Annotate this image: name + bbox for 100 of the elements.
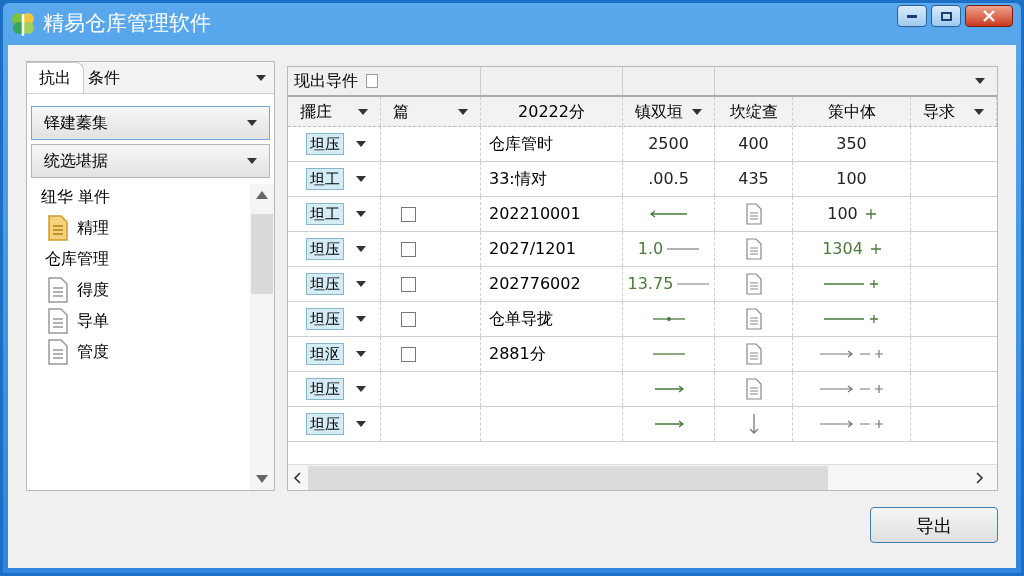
document-icon xyxy=(744,343,763,365)
dropdown-arrow-icon[interactable] xyxy=(256,73,266,82)
table-cell-text: 33:情对 xyxy=(489,168,547,190)
table-cell-text: 2881分 xyxy=(489,343,546,365)
panel-tab[interactable]: 抗出 xyxy=(27,62,84,93)
cell-value: 400 xyxy=(738,133,769,155)
export-button[interactable]: 导出 xyxy=(870,507,998,543)
close-button[interactable] xyxy=(965,5,1013,27)
document-icon xyxy=(744,203,763,225)
dropdown-arrow-icon[interactable] xyxy=(974,107,984,116)
document-icon xyxy=(744,308,763,330)
status-tag[interactable]: 坦工 xyxy=(306,168,344,190)
tree-item[interactable]: 得度 xyxy=(41,276,250,303)
combo-box[interactable]: 统选堪据 xyxy=(31,144,270,178)
folder-document-icon xyxy=(47,214,69,241)
dropdown-arrow-icon[interactable] xyxy=(356,175,366,183)
tree-item[interactable]: 仓库管理 xyxy=(41,245,250,272)
dropdown-arrow-icon[interactable] xyxy=(356,385,366,393)
column-header[interactable]: 策中体 xyxy=(793,97,911,126)
table-cell-text: 202776002 xyxy=(489,273,581,295)
status-tag[interactable]: 坦压 xyxy=(306,413,344,435)
cell-value: 13.75 xyxy=(627,273,674,295)
table-cell-text: 仓单导拢 xyxy=(489,308,553,330)
document-icon xyxy=(744,378,763,400)
cell-value: 2500 xyxy=(648,133,689,155)
dropdown-arrow-icon[interactable] xyxy=(975,77,985,85)
status-tag[interactable]: 坦压 xyxy=(306,133,344,155)
dropdown-arrow-icon[interactable] xyxy=(356,420,366,428)
row-checkbox[interactable] xyxy=(401,276,416,292)
dropdown-arrow-icon[interactable] xyxy=(356,140,366,148)
dropdown-arrow-icon[interactable] xyxy=(358,107,368,116)
dropdown-arrow-icon[interactable] xyxy=(247,119,257,127)
status-tag[interactable]: 坦沤 xyxy=(306,343,344,365)
cell-value: 100 xyxy=(836,168,867,190)
line-icon xyxy=(652,316,685,322)
status-tag[interactable]: 坦压 xyxy=(306,378,344,400)
status-tag[interactable]: 坦压 xyxy=(306,273,344,295)
status-tag[interactable]: 坦工 xyxy=(306,203,344,225)
horizontal-scrollbar[interactable] xyxy=(288,464,997,490)
document-icon xyxy=(47,276,69,303)
minimize-button[interactable] xyxy=(897,5,927,27)
document-icon xyxy=(47,307,69,334)
table-cell-text: 仓库管时 xyxy=(489,133,553,155)
table-cell-text: 2027/1201 xyxy=(489,238,576,260)
combo-box[interactable]: 铎建蓁集 xyxy=(31,106,270,140)
row-checkbox[interactable] xyxy=(401,346,416,362)
row-checkbox[interactable] xyxy=(401,241,416,257)
tree-header: 纽华 単件 xyxy=(41,186,112,208)
status-tag[interactable]: 坦压 xyxy=(306,308,344,330)
scrollbar-thumb[interactable] xyxy=(308,465,828,490)
scroll-up-icon[interactable] xyxy=(256,190,268,200)
vertical-scrollbar[interactable] xyxy=(250,184,274,490)
arrow-left-icon xyxy=(648,210,689,218)
cell-value: 350 xyxy=(836,133,867,155)
panel-label: 条件 xyxy=(88,66,120,89)
column-header[interactable]: 篇 xyxy=(381,97,481,126)
tree-item[interactable]: 导单 xyxy=(41,307,250,334)
dropdown-arrow-icon[interactable] xyxy=(356,280,366,288)
document-icon xyxy=(744,238,763,260)
tree-item[interactable]: 精理 xyxy=(41,214,250,241)
plus-icon xyxy=(870,244,881,254)
close-icon xyxy=(983,10,995,22)
column-header[interactable]: 镇双垣 xyxy=(623,97,715,126)
cell-value: 100 xyxy=(827,203,858,225)
line-icon xyxy=(667,247,700,251)
arrow-plus-icon xyxy=(819,384,884,394)
dropdown-arrow-icon[interactable] xyxy=(356,210,366,218)
dropdown-arrow-icon[interactable] xyxy=(356,350,366,358)
checkbox-icon[interactable] xyxy=(366,74,378,88)
scroll-down-icon[interactable] xyxy=(256,474,268,484)
toolbar-label: 现出导件 xyxy=(294,70,358,92)
leaf-logo-icon xyxy=(11,11,35,37)
maximize-button[interactable] xyxy=(931,5,961,27)
row-checkbox[interactable] xyxy=(401,206,416,222)
dropdown-arrow-icon[interactable] xyxy=(356,315,366,323)
arrow-right-icon xyxy=(652,420,685,428)
line-plus-icon xyxy=(823,279,880,289)
column-header[interactable]: 坎绽查 xyxy=(715,97,793,126)
arrow-right-icon xyxy=(652,385,685,393)
plus-icon xyxy=(865,209,876,219)
line-icon xyxy=(677,282,710,286)
dropdown-arrow-icon[interactable] xyxy=(247,157,257,165)
column-header[interactable]: 导求 xyxy=(911,97,997,126)
document-icon xyxy=(47,338,69,365)
window-title: 精易仓库管理软件 xyxy=(43,10,211,38)
document-icon xyxy=(744,273,763,295)
cell-value: 1.0 xyxy=(637,238,664,260)
column-header[interactable]: 20222分 xyxy=(481,97,623,126)
tree-item[interactable]: 管度 xyxy=(41,338,250,365)
down-arrow-icon xyxy=(748,413,759,435)
dropdown-arrow-icon[interactable] xyxy=(356,245,366,253)
scrollbar-thumb[interactable] xyxy=(251,214,273,294)
status-tag[interactable]: 坦压 xyxy=(306,238,344,260)
cell-value: 1304 xyxy=(822,238,863,260)
cell-value: .00.5 xyxy=(648,168,689,190)
dropdown-arrow-icon[interactable] xyxy=(692,107,702,116)
row-checkbox[interactable] xyxy=(401,311,416,327)
column-header[interactable]: 擺庄 xyxy=(288,97,381,126)
dropdown-arrow-icon[interactable] xyxy=(458,107,468,116)
arrow-plus-icon xyxy=(819,349,884,359)
